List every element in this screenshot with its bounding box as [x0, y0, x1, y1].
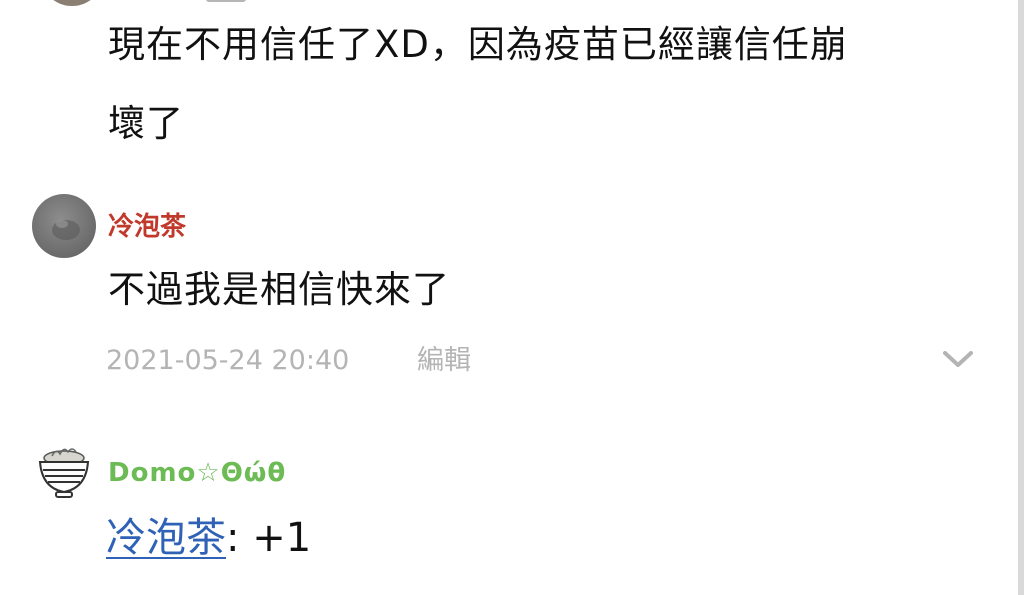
avatar-image [52, 220, 80, 240]
comment-text: 不過我是相信快來了 [108, 268, 450, 311]
mention-link[interactable]: 冷泡茶 [106, 515, 226, 561]
bowl-icon [38, 448, 90, 498]
username[interactable]: Domo☆Θώθ [108, 457, 286, 489]
avatar[interactable] [40, 0, 104, 6]
comment-timestamp: 2021-05-24 20:40 [106, 345, 350, 376]
username-cropped [206, 0, 246, 2]
avatar[interactable] [32, 194, 96, 258]
scrollbar[interactable] [1018, 0, 1024, 595]
comment-text: 冷泡茶: +1 [106, 510, 311, 566]
edit-button[interactable]: 編輯 [417, 343, 471, 379]
username[interactable]: 冷泡茶 [108, 211, 186, 243]
comment-text: 壞了 [108, 102, 184, 145]
chevron-down-icon[interactable] [940, 346, 976, 372]
reply-text: : +1 [226, 515, 312, 561]
avatar[interactable] [32, 438, 96, 502]
comment-text: 現在不用信任了XD，因為疫苗已經讓信任崩 [108, 23, 848, 66]
comment-thread: 現在不用信任了XD，因為疫苗已經讓信任崩 壞了 冷泡茶 不過我是相信快來了 20… [0, 0, 1024, 595]
